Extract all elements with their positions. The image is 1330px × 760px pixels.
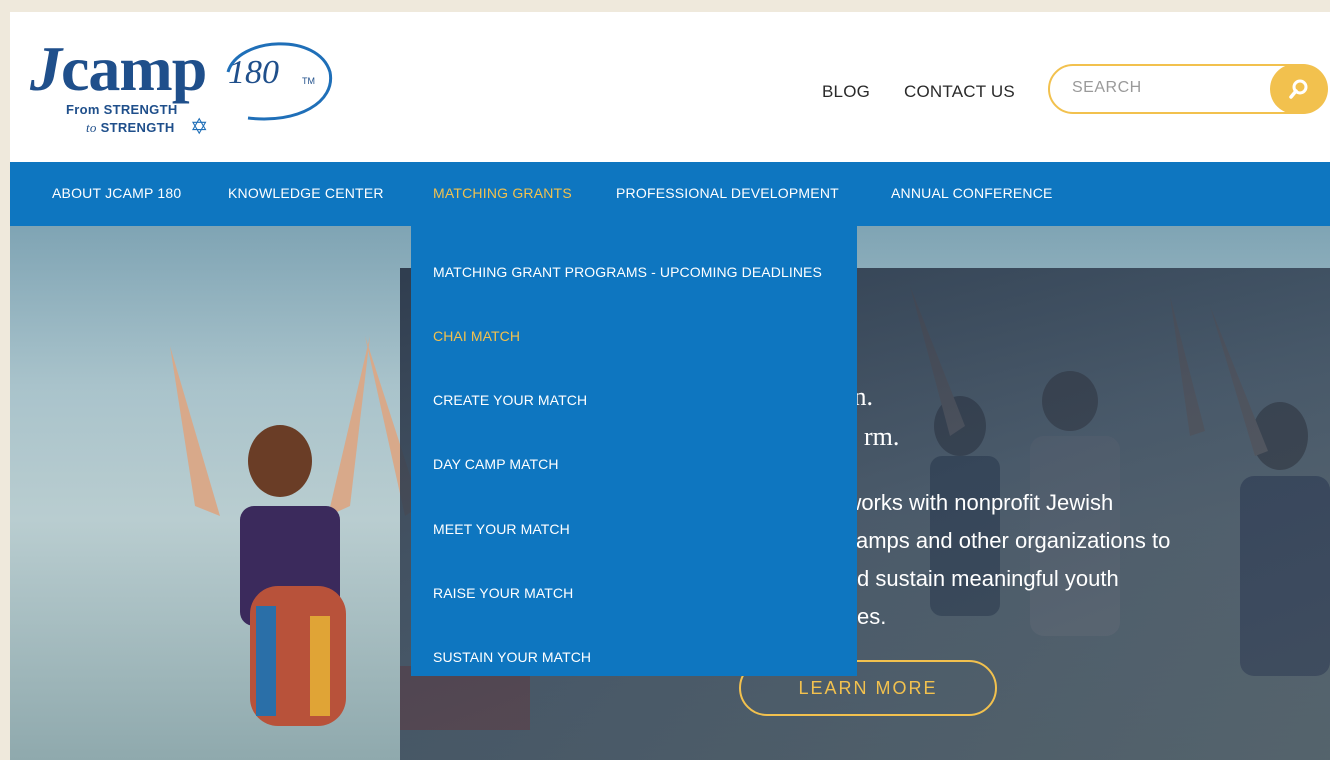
nav-matching-grants[interactable]: MATCHING GRANTS	[433, 185, 572, 201]
nav-knowledge-center[interactable]: KNOWLEDGE CENTER	[228, 185, 384, 201]
page: Jcamp 180 TM From STRENGTH to STRENGTH ✡…	[10, 12, 1330, 760]
nav-professional-development[interactable]: PROFESSIONAL DEVELOPMENT	[616, 185, 839, 201]
logo-trademark: TM	[302, 76, 315, 86]
dropdown-item-create-your-match[interactable]: CREATE YOUR MATCH	[433, 392, 587, 408]
star-of-david-icon: ✡	[190, 114, 209, 139]
hero-body-line2: amps and other organizations to	[856, 528, 1171, 553]
dropdown-item-meet-your-match[interactable]: MEET YOUR MATCH	[433, 521, 570, 537]
search-button[interactable]	[1270, 64, 1328, 114]
nav-about-jcamp-180[interactable]: ABOUT JCAMP 180	[52, 185, 181, 201]
search-icon	[1289, 79, 1308, 99]
hero-heading-line2: rm.	[864, 422, 900, 451]
dropdown-item-sustain-your-match[interactable]: SUSTAIN YOUR MATCH	[433, 649, 591, 665]
blog-link[interactable]: BLOG	[822, 82, 870, 102]
logo-tagline-line1: From STRENGTH	[66, 102, 178, 117]
logo-number: 180	[228, 54, 279, 91]
matching-grants-dropdown: MATCHING GRANT PROGRAMS - UPCOMING DEADL…	[411, 226, 857, 676]
logo-wordmark: Jcamp	[30, 33, 207, 104]
hero-body-line3: d sustain meaningful youth	[857, 566, 1119, 591]
dropdown-item-chai-match[interactable]: CHAI MATCH	[433, 328, 520, 344]
nav-annual-conference[interactable]: ANNUAL CONFERENCE	[891, 185, 1053, 201]
contact-us-link[interactable]: CONTACT US	[904, 82, 1015, 102]
search-input[interactable]	[1070, 78, 1254, 98]
main-nav: ABOUT JCAMP 180 KNOWLEDGE CENTER MATCHIN…	[10, 162, 1330, 226]
jcamp180-logo[interactable]: Jcamp 180 TM From STRENGTH to STRENGTH ✡	[30, 32, 333, 142]
search-box	[1048, 64, 1328, 114]
hero-body-line4: es.	[857, 604, 887, 629]
site-header: Jcamp 180 TM From STRENGTH to STRENGTH ✡…	[10, 12, 1330, 162]
hero-body-line1: ) works with nonprofit Jewish	[832, 490, 1114, 515]
dropdown-item-day-camp-match[interactable]: DAY CAMP MATCH	[433, 456, 559, 472]
logo-tagline-line2: to STRENGTH	[86, 120, 175, 135]
dropdown-item-upcoming-deadlines[interactable]: MATCHING GRANT PROGRAMS - UPCOMING DEADL…	[433, 264, 822, 280]
dropdown-item-raise-your-match[interactable]: RAISE YOUR MATCH	[433, 585, 573, 601]
